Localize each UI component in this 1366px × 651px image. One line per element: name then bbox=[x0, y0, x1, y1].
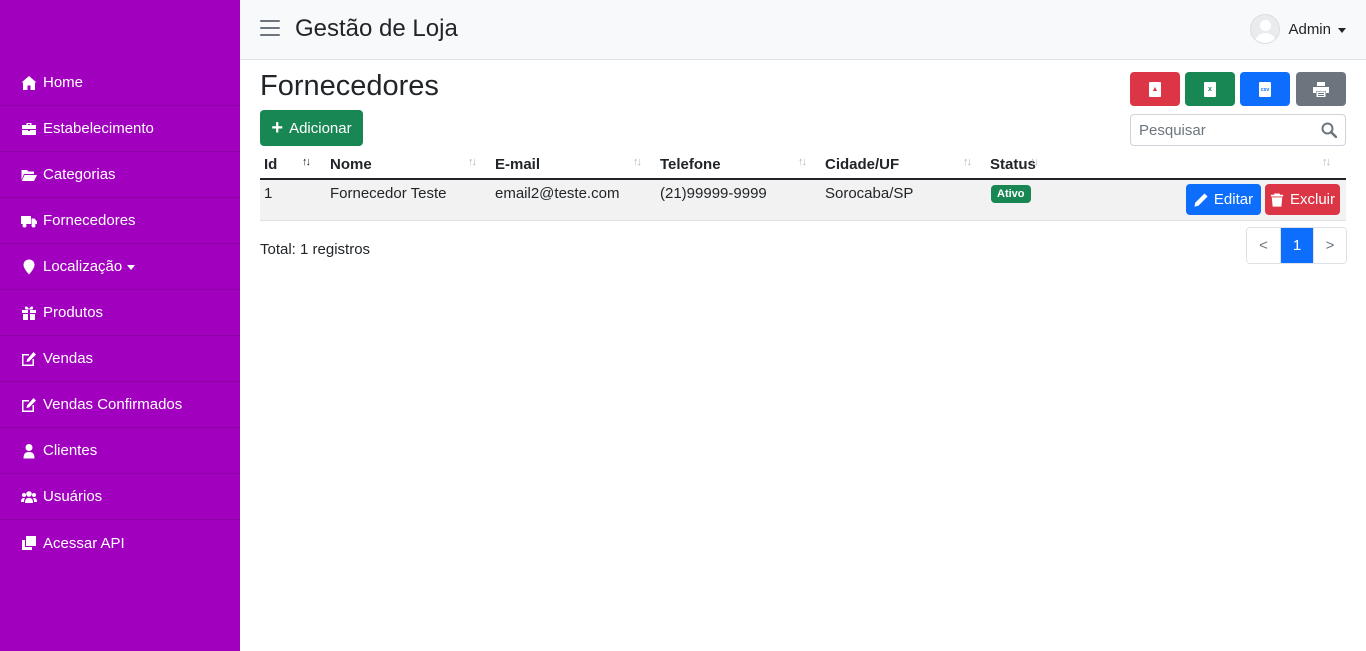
pencil-icon bbox=[1194, 192, 1208, 207]
sidebar-item-label: Fornecedores bbox=[43, 212, 136, 229]
home-icon bbox=[20, 75, 37, 91]
briefcase-icon bbox=[20, 121, 37, 137]
chevron-down-icon bbox=[1338, 27, 1346, 33]
column-header-cidade[interactable]: Cidade/UF bbox=[825, 156, 899, 173]
sort-asc-icon[interactable]: ↑↓ bbox=[302, 156, 311, 168]
edit-icon bbox=[20, 351, 37, 367]
edit-button[interactable]: Editar bbox=[1186, 184, 1261, 215]
add-button-label: Adicionar bbox=[289, 119, 352, 137]
sort-icon[interactable]: ↑↓ bbox=[963, 156, 972, 168]
status-badge: Ativo bbox=[991, 185, 1031, 203]
cell-telefone: (21)99999-9999 bbox=[660, 185, 767, 202]
export-excel-button[interactable]: x bbox=[1185, 72, 1235, 106]
sort-icon[interactable]: ↑↓ bbox=[633, 156, 642, 168]
search-input[interactable] bbox=[1131, 115, 1311, 145]
column-header-nome[interactable]: Nome bbox=[330, 156, 372, 173]
sidebar-item-categorias[interactable]: Categorias bbox=[0, 152, 240, 198]
plus-icon: + bbox=[271, 117, 284, 139]
copy-icon bbox=[20, 535, 37, 551]
cell-nome: Fornecedor Teste bbox=[330, 185, 447, 202]
excel-export-icon: x bbox=[1204, 81, 1216, 97]
search-icon[interactable] bbox=[1321, 122, 1337, 138]
column-header-telefone[interactable]: Telefone bbox=[660, 156, 721, 173]
hamburger-menu-icon[interactable] bbox=[260, 20, 280, 38]
avatar bbox=[1250, 14, 1281, 44]
table-header: Id ↑↓ Nome ↑↓ E-mail ↑↓ Telefone ↑↓ Cida… bbox=[260, 152, 1346, 180]
cell-email: email2@teste.com bbox=[495, 185, 620, 202]
sidebar-item-label: Estabelecimento bbox=[43, 120, 154, 137]
pagination-next[interactable]: > bbox=[1313, 228, 1346, 263]
sort-icon[interactable]: ↑↓ bbox=[1030, 156, 1039, 168]
users-icon bbox=[20, 489, 37, 505]
sidebar-item-label: Vendas bbox=[43, 350, 94, 367]
sidebar-item-vendas[interactable]: Vendas bbox=[0, 336, 240, 382]
truck-icon bbox=[20, 213, 37, 229]
sidebar-item-vendas-confirmados[interactable]: Vendas Confirmados bbox=[0, 382, 240, 428]
export-pdf-button[interactable]: ▲ bbox=[1130, 72, 1180, 106]
map-marker-icon bbox=[20, 259, 37, 275]
sort-icon[interactable]: ↑↓ bbox=[468, 156, 477, 168]
sidebar-item-usuarios[interactable]: Usuários bbox=[0, 474, 240, 520]
sidebar-menu: Home Estabelecimento Categorias Forneced… bbox=[0, 60, 240, 566]
sort-icon[interactable]: ↑↓ bbox=[798, 156, 807, 168]
search-box bbox=[1130, 114, 1346, 146]
topbar: Gestão de Loja Admin bbox=[240, 0, 1366, 60]
add-button[interactable]: + Adicionar bbox=[260, 110, 363, 146]
edit-icon bbox=[20, 397, 37, 413]
total-records: Total: 1 registros bbox=[260, 241, 371, 258]
print-icon bbox=[1313, 81, 1329, 97]
delete-button-label: Excluir bbox=[1289, 191, 1335, 208]
sidebar-item-label: Vendas Confirmados bbox=[43, 396, 183, 413]
sort-icon[interactable]: ↑↓ bbox=[1322, 156, 1331, 168]
app-title: Gestão de Loja bbox=[295, 15, 458, 42]
sidebar-item-fornecedores[interactable]: Fornecedores bbox=[0, 198, 240, 244]
print-button[interactable] bbox=[1296, 72, 1346, 106]
pagination-page[interactable]: 1 bbox=[1280, 228, 1313, 263]
sidebar-item-label: Acessar API bbox=[43, 534, 125, 552]
column-header-id[interactable]: Id bbox=[264, 156, 277, 173]
sidebar-item-acessar-api[interactable]: Acessar API bbox=[0, 520, 240, 566]
trash-icon bbox=[1270, 192, 1284, 207]
edit-button-label: Editar bbox=[1213, 191, 1254, 208]
user-icon bbox=[20, 443, 37, 459]
sidebar-item-produtos[interactable]: Produtos bbox=[0, 290, 240, 336]
user-name: Admin bbox=[1288, 20, 1331, 38]
sidebar: Home Estabelecimento Categorias Forneced… bbox=[0, 0, 240, 651]
sidebar-item-label: Produtos bbox=[43, 304, 104, 321]
export-csv-button[interactable]: csv bbox=[1240, 72, 1290, 106]
gift-icon bbox=[20, 305, 37, 321]
pagination: < 1 > bbox=[1246, 227, 1347, 264]
sidebar-item-label: Categorias bbox=[43, 166, 116, 183]
sidebar-item-home[interactable]: Home bbox=[0, 60, 240, 106]
user-menu[interactable]: Admin bbox=[1250, 14, 1346, 44]
sidebar-item-label: Home bbox=[43, 74, 84, 91]
table-row: 1 Fornecedor Teste email2@teste.com (21)… bbox=[260, 180, 1346, 221]
sidebar-item-label: Clientes bbox=[43, 442, 98, 459]
sidebar-item-label: Usuários bbox=[43, 488, 103, 505]
delete-button[interactable]: Excluir bbox=[1265, 184, 1340, 215]
sidebar-item-estabelecimento[interactable]: Estabelecimento bbox=[0, 106, 240, 152]
sidebar-item-localizacao[interactable]: Localização bbox=[0, 244, 240, 290]
folder-open-icon bbox=[20, 167, 37, 183]
suppliers-table: Id ↑↓ Nome ↑↓ E-mail ↑↓ Telefone ↑↓ Cida… bbox=[260, 152, 1346, 221]
sidebar-item-clientes[interactable]: Clientes bbox=[0, 428, 240, 474]
cell-id: 1 bbox=[264, 185, 273, 202]
page-title: Fornecedores bbox=[260, 70, 439, 102]
sidebar-item-label: Localização bbox=[43, 258, 123, 275]
pagination-prev[interactable]: < bbox=[1247, 228, 1280, 263]
column-header-email[interactable]: E-mail bbox=[495, 156, 540, 173]
chevron-down-icon bbox=[127, 265, 136, 270]
cell-cidade: Sorocaba/SP bbox=[825, 185, 914, 202]
csv-export-icon: csv bbox=[1259, 81, 1271, 97]
pdf-export-icon: ▲ bbox=[1149, 81, 1161, 97]
column-header-status[interactable]: Status bbox=[990, 156, 1036, 173]
